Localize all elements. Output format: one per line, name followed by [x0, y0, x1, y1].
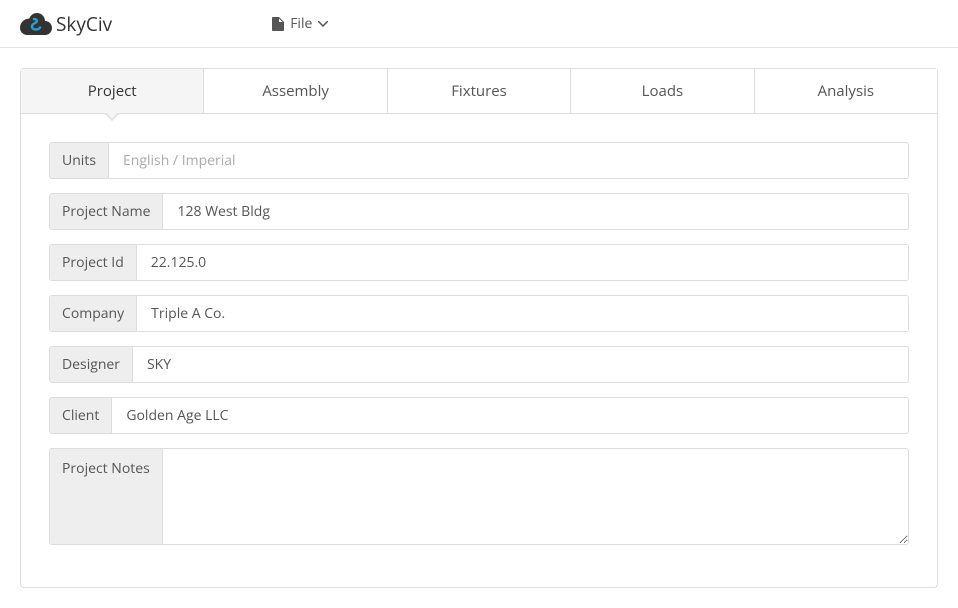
chevron-down-icon — [318, 21, 328, 27]
file-icon — [272, 17, 284, 31]
units-field — [109, 143, 908, 178]
brand-logo: SkyCiv — [20, 11, 112, 37]
cloud-logo-icon — [20, 13, 52, 35]
designer-field[interactable] — [133, 347, 908, 382]
project-id-label: Project Id — [50, 245, 137, 280]
company-field[interactable] — [137, 296, 908, 331]
company-row: Company — [49, 295, 909, 332]
project-name-label: Project Name — [50, 194, 163, 229]
project-id-row: Project Id — [49, 244, 909, 281]
notes-row: Project Notes — [49, 448, 909, 545]
main-content: Project Assembly Fixtures Loads Analysis… — [0, 48, 958, 608]
client-label: Client — [50, 398, 112, 433]
project-panel: Units Project Name Project Id Company De… — [20, 114, 938, 588]
file-menu[interactable]: File — [272, 14, 328, 33]
client-row: Client — [49, 397, 909, 434]
project-id-field[interactable] — [137, 245, 908, 280]
designer-row: Designer — [49, 346, 909, 383]
units-label: Units — [50, 143, 109, 178]
project-name-field[interactable] — [163, 194, 908, 229]
tab-loads[interactable]: Loads — [571, 69, 754, 113]
tab-analysis[interactable]: Analysis — [755, 69, 937, 113]
brand-text: SkyCiv — [56, 11, 112, 37]
tab-fixtures[interactable]: Fixtures — [388, 69, 571, 113]
notes-label: Project Notes — [50, 449, 163, 544]
tab-project[interactable]: Project — [21, 69, 204, 113]
tab-assembly[interactable]: Assembly — [204, 69, 387, 113]
project-name-row: Project Name — [49, 193, 909, 230]
tab-bar: Project Assembly Fixtures Loads Analysis — [20, 68, 938, 114]
client-field[interactable] — [112, 398, 908, 433]
app-header: SkyCiv File — [0, 0, 958, 48]
file-menu-label: File — [290, 14, 312, 33]
notes-field[interactable] — [163, 449, 908, 544]
units-row: Units — [49, 142, 909, 179]
company-label: Company — [50, 296, 137, 331]
designer-label: Designer — [50, 347, 133, 382]
